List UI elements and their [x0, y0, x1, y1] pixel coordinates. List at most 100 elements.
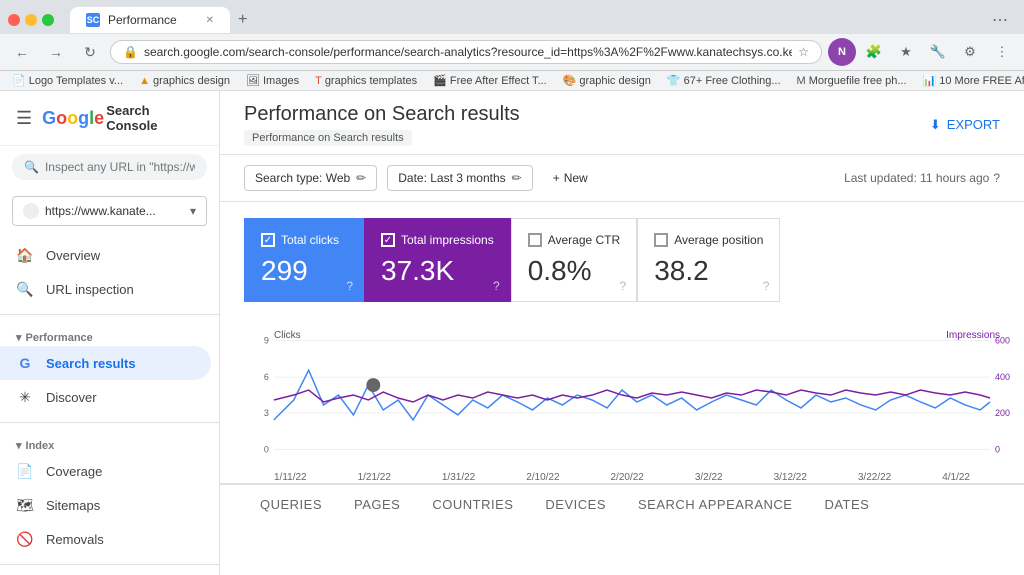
- extension-icon-4[interactable]: ⚙: [956, 38, 984, 66]
- bookmark-label: graphics design: [153, 75, 230, 87]
- performance-chart: 9 6 3 0 600 400 200 0: [244, 330, 1000, 470]
- forward-button[interactable]: →: [42, 38, 70, 66]
- toolbar-icons: N 🧩 ★ 🔧 ⚙ ⋮: [828, 38, 1016, 66]
- add-new-label: New: [564, 171, 588, 185]
- page-title-block: Performance on Search results Performanc…: [244, 103, 520, 146]
- bookmark-icon-gd: 🎨: [563, 74, 577, 87]
- bookmark-graphics-design[interactable]: ▲ graphics design: [135, 74, 234, 88]
- chart-x-labels: 1/11/22 1/21/22 1/31/22 2/10/22 2/20/22 …: [244, 470, 1000, 483]
- tab-close-icon[interactable]: ✕: [206, 15, 214, 26]
- sidebar-item-coverage[interactable]: 📄 Coverage: [0, 454, 211, 488]
- svg-text:0: 0: [264, 445, 269, 455]
- help-icon-clicks[interactable]: ?: [346, 279, 353, 293]
- metric-value-impressions: 37.3K: [381, 255, 494, 287]
- bookmark-logo-templates[interactable]: 📄 Logo Templates v...: [8, 73, 127, 88]
- tab-search-appearance[interactable]: SEARCH APPEARANCE: [622, 485, 808, 526]
- metric-checkbox-position: [654, 233, 668, 247]
- chevron-down-icon: ▾: [16, 439, 22, 452]
- help-icon-ctr[interactable]: ?: [620, 279, 627, 293]
- tab-dates[interactable]: DATES: [808, 485, 885, 526]
- bookmark-more-free[interactable]: 📊 10 More FREE Aft...: [919, 73, 1024, 88]
- x-label-4: 2/10/22: [526, 472, 559, 483]
- sitemaps-icon: 🗺: [16, 496, 34, 514]
- page-subtitle: Performance on Search results: [244, 130, 412, 146]
- bookmark-icon-gt: T: [315, 75, 322, 87]
- bookmark-clothing[interactable]: 👕 67+ Free Clothing...: [663, 73, 785, 88]
- extension-icon-1[interactable]: 🧩: [860, 38, 888, 66]
- profile-icon[interactable]: N: [828, 38, 856, 66]
- metric-card-clicks[interactable]: Total clicks 299 ?: [244, 218, 364, 302]
- app-layout: ☰ G o o g l e Search Console 🔍 https://w…: [0, 91, 1024, 575]
- metric-label-position: Average position: [654, 233, 763, 247]
- metric-card-ctr[interactable]: Average CTR 0.8% ?: [511, 218, 637, 302]
- tab-devices[interactable]: DEVICES: [529, 485, 622, 526]
- tab-countries[interactable]: COUNTRIES: [416, 485, 529, 526]
- bookmark-label: Free After Effect T...: [450, 75, 547, 87]
- coverage-icon: 📄: [16, 462, 34, 480]
- reload-button[interactable]: ↻: [76, 38, 104, 66]
- export-button[interactable]: ⬇ EXPORT: [930, 117, 1000, 133]
- sidebar-item-url-inspection[interactable]: 🔍 URL inspection: [0, 272, 211, 306]
- bookmark-graphic-design2[interactable]: 🎨 graphic design: [559, 73, 655, 88]
- tab-pages[interactable]: PAGES: [338, 485, 416, 526]
- bookmark-images[interactable]: 🖼 Images: [242, 73, 303, 88]
- address-bar[interactable]: 🔒 ☆: [110, 40, 822, 64]
- sidebar-item-search-results[interactable]: G Search results: [0, 346, 211, 380]
- maximize-dot[interactable]: [42, 14, 54, 26]
- sidebar-item-label: Sitemaps: [46, 498, 100, 513]
- window-controls[interactable]: ⋯: [984, 6, 1016, 34]
- site-icon: [23, 203, 39, 219]
- discover-icon: ✳: [16, 388, 34, 406]
- extension-icon-3[interactable]: 🔧: [924, 38, 952, 66]
- google-logo: G o o g l e Search Console: [42, 103, 203, 133]
- bookmark-icon-ae: 🎬: [433, 74, 447, 87]
- back-button[interactable]: ←: [8, 38, 36, 66]
- active-tab[interactable]: SC Performance ✕: [70, 7, 230, 33]
- more-options-button[interactable]: ⋮: [988, 38, 1016, 66]
- bookmark-morguefile[interactable]: M Morguefile free ph...: [793, 74, 911, 88]
- x-label-6: 3/2/22: [695, 472, 723, 483]
- tab-favicon: SC: [86, 13, 100, 27]
- extension-icon-2[interactable]: ★: [892, 38, 920, 66]
- tab-queries[interactable]: QUERIES: [244, 485, 338, 526]
- date-range-filter[interactable]: Date: Last 3 months ✏: [387, 165, 532, 191]
- home-icon: 🏠: [16, 246, 34, 264]
- sidebar-experience-section: ▾ Experience ⚙ Page Experience ⚡ Core We…: [0, 569, 219, 575]
- close-dot[interactable]: [8, 14, 20, 26]
- sidebar-main-section: 🏠 Overview 🔍 URL inspection: [0, 234, 219, 310]
- page-title: Performance on Search results: [244, 103, 520, 126]
- sidebar-section-index[interactable]: ▾ Index: [0, 431, 219, 454]
- metric-checkbox-clicks: [261, 233, 275, 247]
- minimize-dot[interactable]: [25, 14, 37, 26]
- metric-name: Total impressions: [401, 233, 494, 247]
- help-icon-impressions[interactable]: ?: [493, 279, 500, 293]
- search-type-filter[interactable]: Search type: Web ✏: [244, 165, 377, 191]
- search-box[interactable]: 🔍: [12, 154, 207, 180]
- plus-icon: +: [553, 171, 560, 185]
- metric-card-impressions[interactable]: Total impressions 37.3K ?: [364, 218, 511, 302]
- search-input[interactable]: [45, 160, 195, 174]
- sidebar-item-removals[interactable]: 🚫 Removals: [0, 522, 211, 556]
- sidebar-section-performance[interactable]: ▾ Performance: [0, 323, 219, 346]
- main-content: Performance on Search results Performanc…: [220, 91, 1024, 575]
- help-icon[interactable]: ?: [993, 171, 1000, 185]
- bookmark-icon[interactable]: ☆: [798, 45, 809, 59]
- address-input[interactable]: [144, 45, 792, 59]
- sidebar-item-discover[interactable]: ✳ Discover: [0, 380, 211, 414]
- chevron-down-icon: ▾: [16, 331, 22, 344]
- hamburger-menu-icon[interactable]: ☰: [16, 108, 32, 129]
- bookmark-free-after-effect[interactable]: 🎬 Free After Effect T...: [429, 73, 551, 88]
- edit-icon: ✏: [512, 171, 522, 185]
- bookmark-label: Images: [263, 75, 299, 87]
- metric-card-position[interactable]: Average position 38.2 ?: [637, 218, 780, 302]
- sidebar-item-sitemaps[interactable]: 🗺 Sitemaps: [0, 488, 211, 522]
- bookmark-graphics-templates[interactable]: T graphics templates: [311, 74, 421, 88]
- help-icon-position[interactable]: ?: [763, 279, 770, 293]
- sidebar-item-overview[interactable]: 🏠 Overview: [0, 238, 211, 272]
- svg-text:200: 200: [995, 408, 1010, 418]
- add-new-filter-button[interactable]: + New: [543, 166, 598, 190]
- site-selector[interactable]: https://www.kanate... ▾: [12, 196, 207, 226]
- new-tab-button[interactable]: +: [230, 7, 255, 33]
- filter-label: Date: Last 3 months: [398, 171, 505, 185]
- sidebar-performance-section: ▾ Performance G Search results ✳ Discove…: [0, 319, 219, 418]
